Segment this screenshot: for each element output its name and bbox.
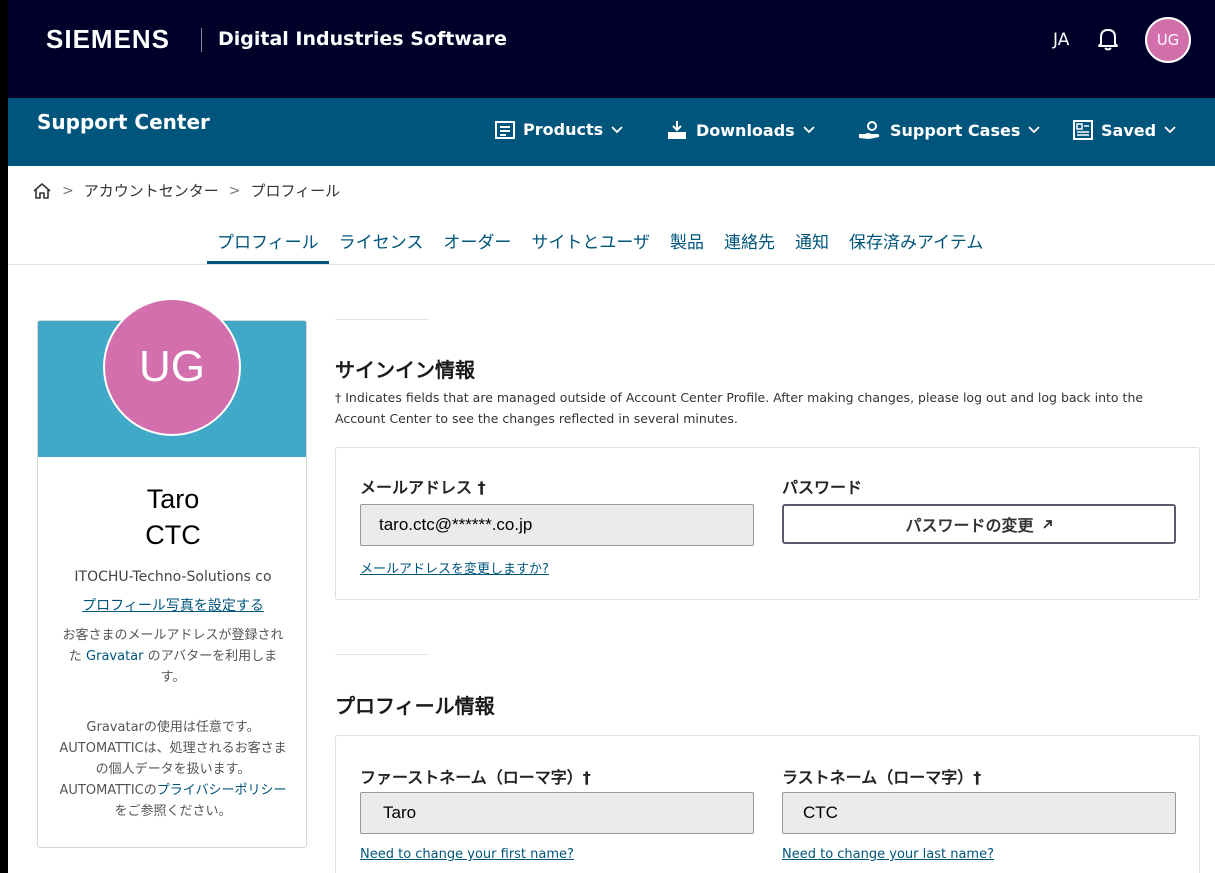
tab-saved-items[interactable]: 保存済みアイテム [839,228,993,264]
change-password-label: パスワードの変更 [905,516,1034,535]
password-label: パスワード [782,478,863,497]
change-password-button[interactable]: パスワードの変更 [782,504,1176,544]
privacy-text-2: をご参照ください。 [114,804,232,819]
brand-logo[interactable]: SIEMENS [46,24,170,55]
signin-section-title: サインイン情報 [335,358,475,382]
profile-name: Taro CTC [38,481,306,553]
support-bar: Support Center Products Downloads Suppor… [8,98,1215,166]
first-name-field[interactable]: Taro [360,792,754,834]
breadcrumb: > アカウントセンター > プロフィール [32,180,340,201]
user-avatar[interactable]: UG [1145,17,1191,63]
chevron-down-icon [803,126,815,134]
tab-profile[interactable]: プロフィール [207,228,329,264]
nav-saved-label: Saved [1101,120,1157,140]
signin-info-box: メールアドレス † taro.ctc@******.co.jp メールアドレスを… [335,447,1200,600]
brand-divider [201,28,202,52]
chevron-down-icon [1028,126,1040,134]
gravatar-link[interactable]: Gravatar [86,649,143,664]
breadcrumb-separator: > [228,182,241,199]
email-label: メールアドレス † [360,478,486,497]
tab-license[interactable]: ライセンス [329,228,434,264]
chevron-down-icon [611,125,623,133]
brand-subtitle[interactable]: Digital Industries Software [218,28,507,50]
profile-last-name: CTC [145,520,201,550]
nav-products-label: Products [523,120,604,139]
first-name-label: ファーストネーム（ローマ字）† [360,768,591,787]
change-first-name-link[interactable]: Need to change your first name? [360,847,574,862]
breadcrumb-account-center[interactable]: アカウントセンター [84,180,219,201]
nav-support-cases-label: Support Cases [890,120,1021,140]
managed-fields-note: † Indicates fields that are managed outs… [335,390,1144,426]
nav-products[interactable]: Products [495,120,623,139]
chevron-down-icon [1164,126,1176,134]
section-divider [335,654,429,655]
nav-downloads-label: Downloads [696,120,795,140]
tab-contacts[interactable]: 連絡先 [714,228,785,264]
breadcrumb-profile: プロフィール [250,182,341,200]
email-field[interactable]: taro.ctc@******.co.jp [360,504,754,546]
profile-company: ITOCHU-Techno-Solutions co [74,569,272,585]
bell-icon[interactable] [1097,27,1119,51]
breadcrumb-separator: > [62,182,74,199]
profile-first-name: Taro [146,484,200,514]
support-hand-icon [859,121,880,139]
account-tabs: プロフィール ライセンス オーダー サイトとユーザ 製品 連絡先 通知 保存済み… [207,228,993,264]
document-icon [495,120,515,139]
nav-saved[interactable]: Saved [1073,120,1176,140]
tab-sites-users[interactable]: サイトとユーザ [521,228,660,264]
profile-avatar: UG [103,298,241,436]
nav-support-cases[interactable]: Support Cases [858,120,1040,140]
section-divider [335,319,429,320]
last-name-label: ラストネーム（ローマ字）† [782,768,982,787]
profile-info-section-title: プロフィール情報 [335,694,495,718]
gravatar-description: お客さまのメールアドレスが登録された Gravatar のアバターを利用します。 [58,625,288,688]
tab-products[interactable]: 製品 [660,228,714,264]
external-link-icon [1042,519,1052,529]
tabs-divider [8,264,1215,265]
home-icon[interactable] [32,182,52,200]
privacy-policy-link[interactable]: プライバシーポリシー [157,783,287,798]
change-last-name-link[interactable]: Need to change your last name? [782,847,994,862]
nav-downloads[interactable]: Downloads [666,120,815,140]
tab-orders[interactable]: オーダー [433,228,521,264]
profile-info-box: ファーストネーム（ローマ字）† Taro Need to change your… [335,735,1200,873]
last-name-field[interactable]: CTC [782,792,1176,834]
gravatar-text-2: のアバターを利用します。 [147,649,278,685]
language-selector[interactable]: JA [1053,30,1069,50]
top-bar: SIEMENS Digital Industries Software JA U… [8,0,1215,98]
page: SIEMENS Digital Industries Software JA U… [0,0,1215,873]
support-center-title[interactable]: Support Center [37,110,210,134]
tab-notifications[interactable]: 通知 [785,228,839,264]
change-email-link[interactable]: メールアドレスを変更しますか? [360,558,549,577]
saved-list-icon [1073,120,1093,140]
set-profile-photo-link[interactable]: プロフィール写真を設定する [38,595,306,615]
download-icon [668,121,686,139]
privacy-description: Gravatarの使用は任意です。AUTOMATTICは、処理されるお客さまの個… [58,717,288,822]
